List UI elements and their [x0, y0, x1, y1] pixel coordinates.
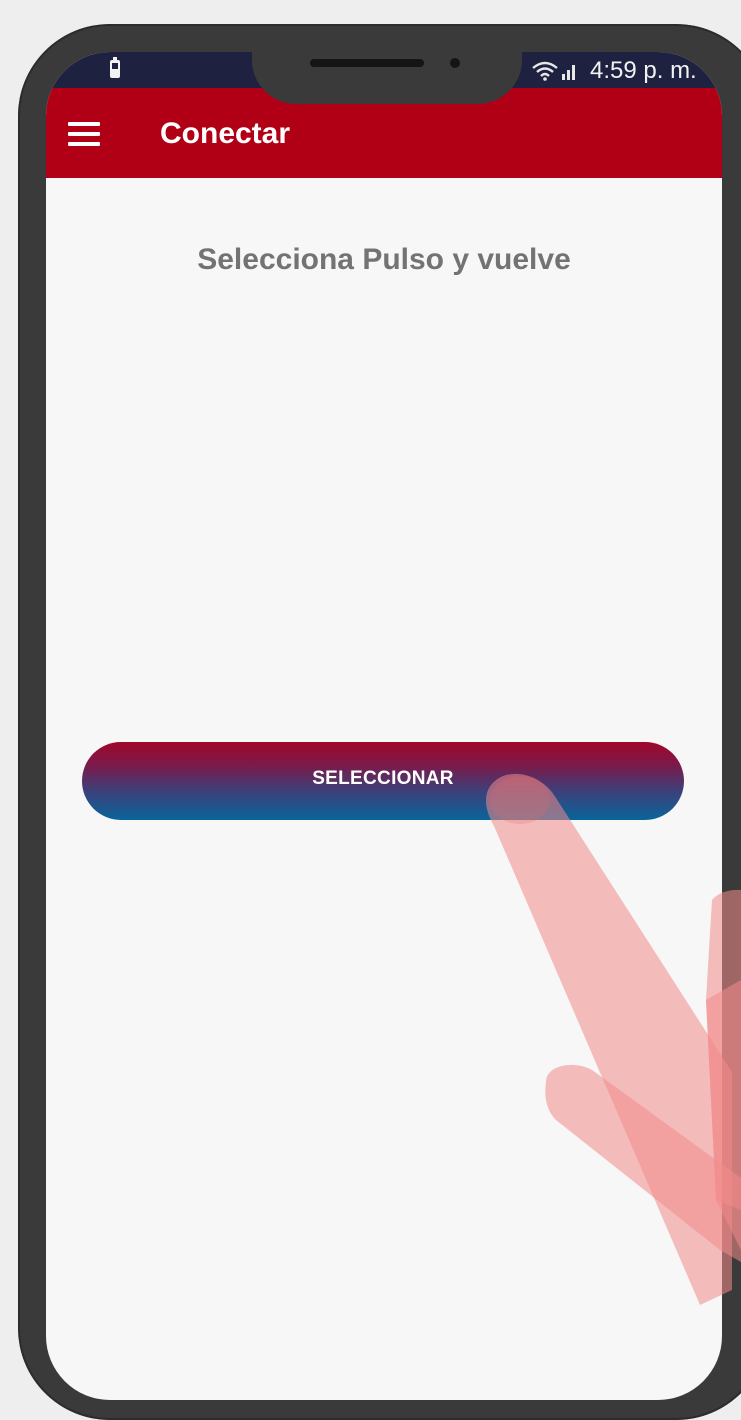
camera-notch	[252, 52, 522, 104]
status-time: 4:59 p. m.	[590, 57, 697, 84]
signal-icon	[562, 65, 575, 80]
app-screen: 4:59 p. m. Conectar Selecciona Pulso y v…	[46, 52, 722, 1400]
app-title: Conectar	[160, 117, 291, 150]
menu-icon[interactable]	[68, 122, 102, 146]
battery-icon	[110, 57, 120, 78]
instruction-text: Selecciona Pulso y vuelve	[197, 243, 571, 276]
select-button-label: SELECCIONAR	[312, 768, 454, 789]
front-camera	[450, 58, 460, 68]
page: 4:59 p. m. Conectar Selecciona Pulso y v…	[0, 0, 741, 1420]
connectivity-icons	[532, 58, 577, 84]
speaker-grille	[310, 59, 424, 67]
wifi-icon	[532, 61, 558, 81]
menu-icon-line	[68, 132, 100, 136]
menu-icon-line	[68, 142, 100, 146]
menu-icon-line	[68, 122, 100, 126]
select-button[interactable]: SELECCIONAR	[82, 742, 684, 820]
